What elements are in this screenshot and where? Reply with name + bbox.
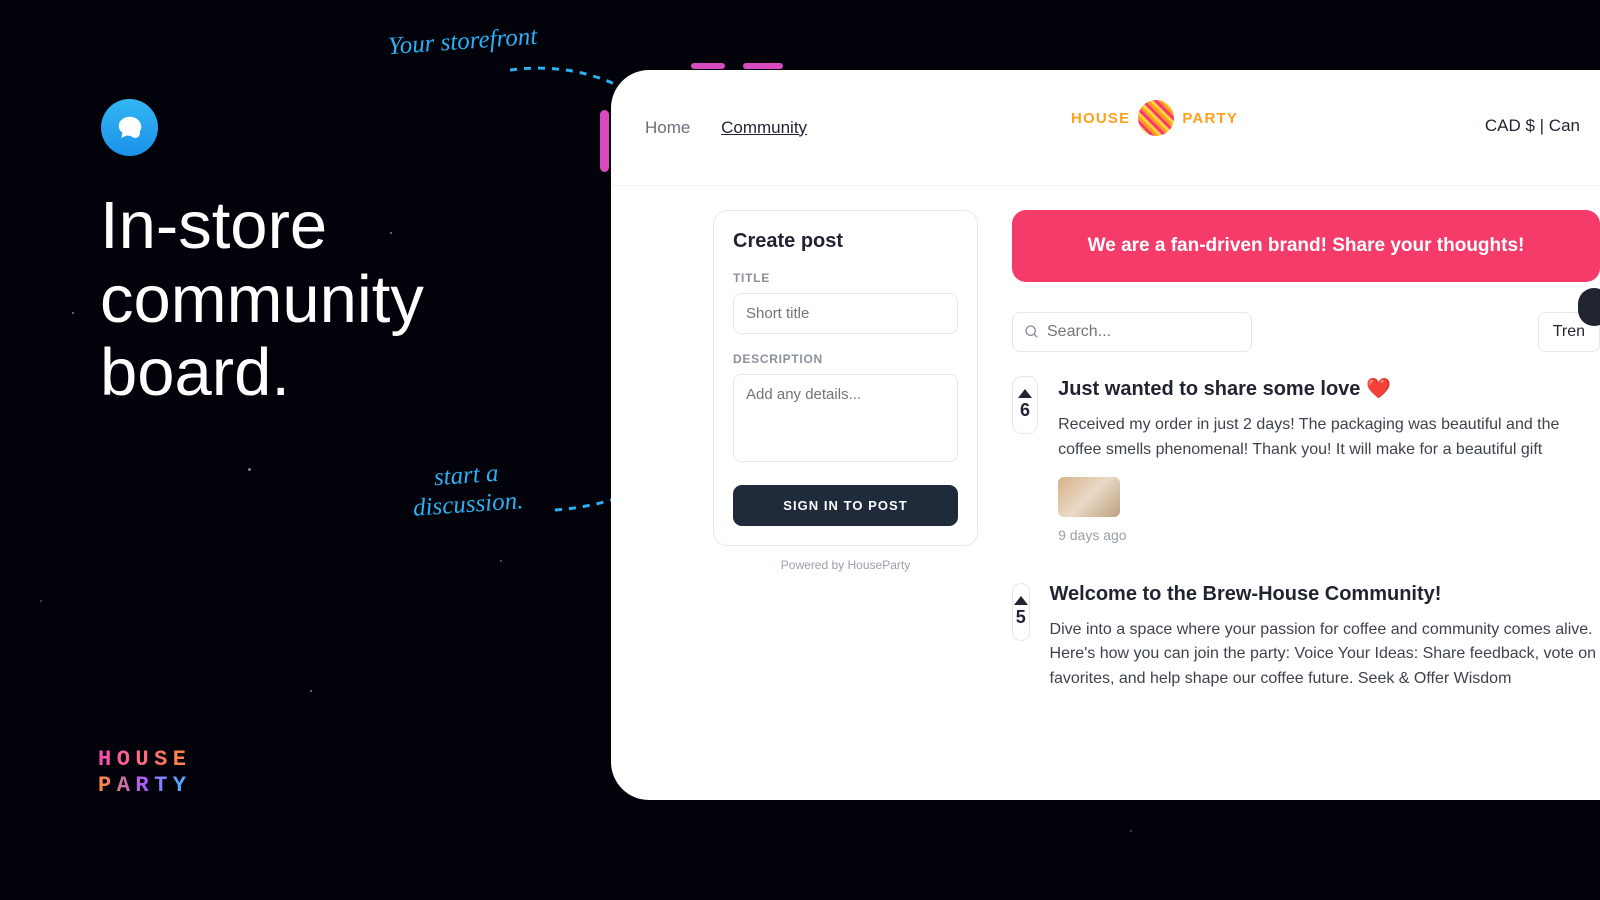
app-badge [101, 99, 158, 156]
hero-title: In-store community board. [100, 189, 424, 410]
create-post-heading: Create post [733, 230, 958, 253]
community-feed: We are a fan-driven brand! Share your th… [1012, 210, 1600, 732]
upvote-button[interactable]: 6 [1012, 376, 1038, 434]
description-label: DESCRIPTION [733, 352, 958, 366]
title-label: TITLE [733, 271, 958, 285]
search-icon [1024, 324, 1040, 340]
chat-icon [115, 113, 145, 143]
feed-banner: We are a fan-driven brand! Share your th… [1012, 210, 1600, 282]
post-body-text: Dive into a space where your passion for… [1050, 618, 1600, 692]
annotation-storefront: Your storefront [387, 23, 538, 62]
powered-by: Powered by HouseParty [713, 558, 978, 572]
brand-logo: HOUSE PARTY [1071, 100, 1238, 136]
description-input[interactable] [733, 374, 958, 462]
app-header: Home Community HOUSE PARTY CAD $ | Can [611, 70, 1600, 186]
upvote-arrow-icon [1018, 389, 1032, 398]
post-item: 6 Just wanted to share some love ❤️ Rece… [1012, 376, 1600, 543]
help-bubble[interactable] [1578, 288, 1600, 326]
create-post-card: Create post TITLE DESCRIPTION SIGN IN TO… [713, 210, 978, 546]
decoration-pill [743, 63, 783, 69]
decoration-pill [691, 63, 725, 69]
upvote-arrow-icon [1014, 596, 1028, 605]
post-title[interactable]: Welcome to the Brew-House Community! [1050, 583, 1600, 606]
main-nav: Home Community [645, 118, 833, 138]
vote-count: 6 [1020, 400, 1030, 421]
title-input[interactable] [733, 293, 958, 334]
post-body-text: Received my order in just 2 days! The pa… [1058, 413, 1600, 463]
decoration-bar [600, 110, 609, 172]
annotation-start: start adiscussion. [410, 458, 524, 523]
search-wrapper [1012, 312, 1252, 352]
vote-count: 5 [1016, 607, 1026, 628]
sign-in-to-post-button[interactable]: SIGN IN TO POST [733, 485, 958, 526]
currency-selector[interactable]: CAD $ | Can [1485, 116, 1580, 136]
search-input[interactable] [1012, 312, 1252, 352]
post-title[interactable]: Just wanted to share some love ❤️ [1058, 376, 1600, 401]
nav-community[interactable]: Community [721, 118, 807, 137]
upvote-button[interactable]: 5 [1012, 583, 1030, 641]
houseparty-wordmark: HOUSE PARTY [98, 747, 192, 800]
storefront-app-window: Home Community HOUSE PARTY CAD $ | Can C… [611, 70, 1600, 800]
nav-home[interactable]: Home [645, 118, 690, 137]
post-thumbnail[interactable] [1058, 477, 1120, 517]
post-item: 5 Welcome to the Brew-House Community! D… [1012, 583, 1600, 692]
disco-icon [1138, 100, 1174, 136]
post-timestamp: 9 days ago [1058, 527, 1600, 543]
